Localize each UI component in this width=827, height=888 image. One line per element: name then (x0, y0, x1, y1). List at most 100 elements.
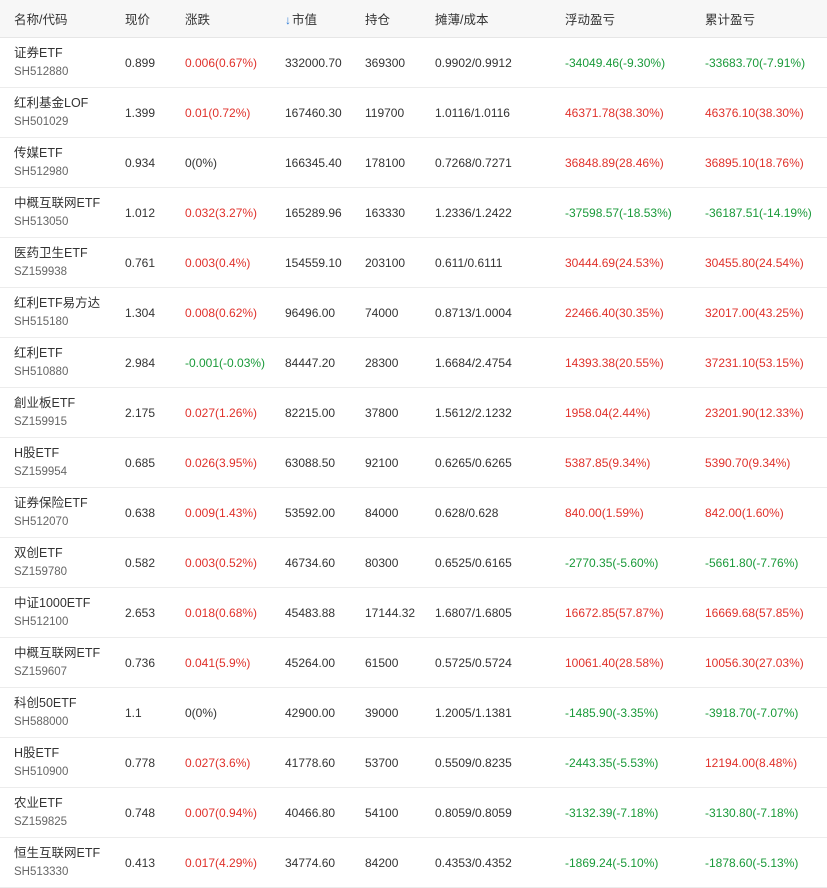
security-name: 中概互联网ETF (14, 196, 101, 210)
table-row[interactable]: 中概互联网ETF SZ159607 0.736 0.041(5.9%) 45264.00… (0, 638, 827, 688)
security-cell: 传媒ETF SH512980 (0, 145, 111, 180)
security-code: SH512980 (14, 166, 69, 178)
column-header-cost[interactable]: 摊薄/成本 (421, 9, 551, 28)
security-name: 红利ETF (14, 346, 63, 360)
security-name: 红利ETF易方达 (14, 296, 101, 310)
market-value-cell: 53592.00 (285, 505, 336, 520)
security-name: 证券ETF (14, 46, 63, 60)
sort-desc-icon: ↓ (285, 13, 291, 27)
market-value-cell: 165289.96 (285, 205, 342, 220)
cumulative-pl-cell: -3918.70(-7.07%) (705, 705, 799, 720)
position-cell: 61500 (365, 655, 399, 670)
security-name: H股ETF (14, 746, 60, 760)
table-row[interactable]: H股ETF SH510900 0.778 0.027(3.6%) 41778.60 537… (0, 738, 827, 788)
table-row[interactable]: 創业板ETF SZ159915 2.175 0.027(1.26%) 82215.00 3… (0, 388, 827, 438)
cost-cell: 0.6525/0.6165 (435, 555, 512, 570)
change-cell: 0.017(4.29%) (185, 855, 258, 870)
market-value-cell: 46734.60 (285, 555, 336, 570)
cost-cell: 0.9902/0.9912 (435, 55, 512, 70)
table-row[interactable]: 双创ETF SZ159780 0.582 0.003(0.52%) 46734.60 80… (0, 538, 827, 588)
price-cell: 0.736 (125, 655, 156, 670)
market-value-cell: 96496.00 (285, 305, 336, 320)
table-row[interactable]: 证券保险ETF SH512070 0.638 0.009(1.43%) 53592.00… (0, 488, 827, 538)
price-cell: 0.899 (125, 55, 156, 70)
security-cell: 农业ETF SZ159825 (0, 795, 111, 830)
column-header-name[interactable]: 名称/代码 (0, 9, 111, 28)
table-row[interactable]: 中证1000ETF SH512100 2.653 0.018(0.68%) 45483.… (0, 588, 827, 638)
floating-pl-cell: -1869.24(-5.10%) (565, 855, 659, 870)
price-cell: 0.582 (125, 555, 156, 570)
security-cell: 证券保险ETF SH512070 (0, 495, 111, 530)
table-body: 证券ETF SH512880 0.899 0.006(0.67%) 332000.70 3… (0, 38, 827, 888)
table-row[interactable]: 科创50ETF SH588000 1.1 0(0%) 42900.00 39000 1.20… (0, 688, 827, 738)
price-cell: 1.1 (125, 705, 142, 720)
floating-pl-cell: 46371.78(38.30%) (565, 105, 664, 120)
table-row[interactable]: 红利ETF SH510880 2.984 -0.001(-0.03%) 84447.20… (0, 338, 827, 388)
column-header-position[interactable]: 持仓 (351, 9, 421, 28)
table-row[interactable]: 医药卫生ETF SZ159938 0.761 0.003(0.4%) 154559.10… (0, 238, 827, 288)
position-cell: 39000 (365, 705, 399, 720)
price-cell: 0.413 (125, 855, 156, 870)
table-row[interactable]: 红利基金LOF SH501029 1.399 0.01(0.72%) 167460.30… (0, 88, 827, 138)
price-cell: 0.761 (125, 255, 156, 270)
cost-cell: 0.6265/0.6265 (435, 455, 512, 470)
security-name: 創业板ETF (14, 396, 76, 410)
security-cell: 红利ETF SH510880 (0, 345, 111, 380)
cumulative-pl-cell: 12194.00(8.48%) (705, 755, 798, 770)
cost-cell: 0.611/0.6111 (435, 255, 503, 270)
security-cell: 红利ETF易方达 SH515180 (0, 295, 111, 330)
table-row[interactable]: 红利ETF易方达 SH515180 1.304 0.008(0.62%) 96496.0… (0, 288, 827, 338)
security-cell: 医药卫生ETF SZ159938 (0, 245, 111, 280)
column-header-market-value[interactable]: ↓市值 (271, 9, 351, 28)
position-cell: 28300 (365, 355, 399, 370)
table-row[interactable]: 恒生互联网ETF SH513330 0.413 0.017(4.29%) 34774.6… (0, 838, 827, 888)
floating-pl-cell: 36848.89(28.46%) (565, 155, 664, 170)
floating-pl-cell: -37598.57(-18.53%) (565, 205, 672, 220)
security-cell: 中证1000ETF SH512100 (0, 595, 111, 630)
security-cell: 恒生互联网ETF SH513330 (0, 845, 111, 880)
table-row[interactable]: 证券ETF SH512880 0.899 0.006(0.67%) 332000.70 3… (0, 38, 827, 88)
market-value-cell: 45483.88 (285, 605, 336, 620)
cumulative-pl-cell: -33683.70(-7.91%) (705, 55, 806, 70)
cumulative-pl-cell: -1878.60(-5.13%) (705, 855, 799, 870)
column-header-change[interactable]: 涨跌 (171, 9, 271, 28)
column-header-price[interactable]: 现价 (111, 9, 171, 28)
table-row[interactable]: 中概互联网ETF SH513050 1.012 0.032(3.27%) 165289.… (0, 188, 827, 238)
market-value-cell: 84447.20 (285, 355, 336, 370)
cumulative-pl-cell: 30455.80(24.54%) (705, 255, 804, 270)
cost-cell: 0.4353/0.4352 (435, 855, 512, 870)
price-cell: 1.012 (125, 205, 156, 220)
change-cell: 0.009(1.43%) (185, 505, 258, 520)
security-code: SH510880 (14, 366, 69, 378)
cumulative-pl-cell: 36895.10(18.76%) (705, 155, 804, 170)
cumulative-pl-cell: 5390.70(9.34%) (705, 455, 791, 470)
table-row[interactable]: 农业ETF SZ159825 0.748 0.007(0.94%) 40466.80 54… (0, 788, 827, 838)
table-row[interactable]: 传媒ETF SH512980 0.934 0(0%) 166345.40 178100 0.… (0, 138, 827, 188)
change-cell: 0(0%) (185, 155, 218, 170)
market-value-cell: 167460.30 (285, 105, 342, 120)
security-cell: 科创50ETF SH588000 (0, 695, 111, 730)
security-code: SH512100 (14, 616, 69, 628)
security-name: 证券保险ETF (14, 496, 88, 510)
column-header-floating-pl[interactable]: 浮动盈亏 (551, 9, 691, 28)
holdings-table: 名称/代码 现价 涨跌 ↓市值 持仓 摊薄/成本 浮动盈亏 累计盈亏 证券ETF… (0, 0, 827, 888)
security-cell: 創业板ETF SZ159915 (0, 395, 111, 430)
security-cell: 双创ETF SZ159780 (0, 545, 111, 580)
change-cell: -0.001(-0.03%) (185, 355, 266, 370)
column-header-cumulative-pl[interactable]: 累计盈亏 (691, 9, 827, 28)
security-cell: 中概互联网ETF SZ159607 (0, 645, 111, 680)
security-code: SZ159825 (14, 816, 68, 828)
price-cell: 0.685 (125, 455, 156, 470)
market-value-cell: 332000.70 (285, 55, 342, 70)
position-cell: 84000 (365, 505, 399, 520)
change-cell: 0.01(0.72%) (185, 105, 251, 120)
security-cell: 中概互联网ETF SH513050 (0, 195, 111, 230)
market-value-cell: 63088.50 (285, 455, 336, 470)
cost-cell: 1.6684/2.4754 (435, 355, 512, 370)
change-cell: 0(0%) (185, 705, 218, 720)
cumulative-pl-cell: -36187.51(-14.19%) (705, 205, 812, 220)
price-cell: 1.399 (125, 105, 156, 120)
position-cell: 163330 (365, 205, 406, 220)
change-cell: 0.032(3.27%) (185, 205, 258, 220)
table-row[interactable]: H股ETF SZ159954 0.685 0.026(3.95%) 63088.50 92… (0, 438, 827, 488)
